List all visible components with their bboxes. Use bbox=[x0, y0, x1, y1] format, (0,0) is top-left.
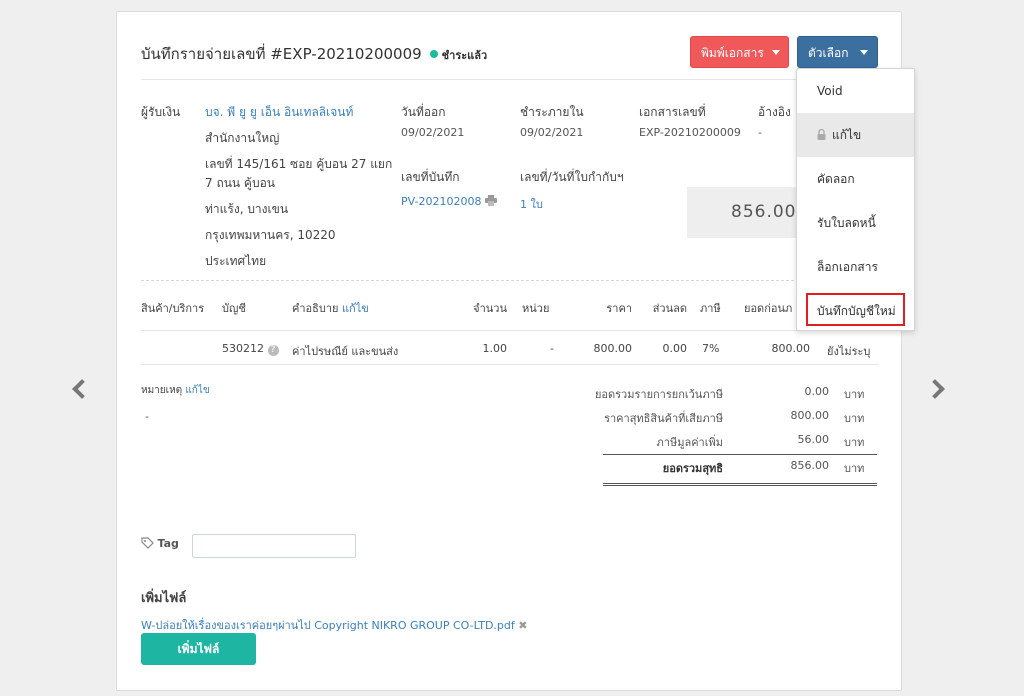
summary-net-label: ยอดรวมสุทธิ bbox=[662, 462, 723, 475]
highlight-box bbox=[806, 293, 905, 326]
summary-vat-currency: บาท bbox=[844, 436, 865, 449]
menu-item-lock-document[interactable]: ล็อกเอกสาร bbox=[797, 245, 914, 289]
total-amount-value: 856.00 bbox=[731, 202, 797, 222]
payee-label: ผู้รับเงิน bbox=[141, 105, 181, 119]
document-card: บันทึกรายจ่ายเลขที่ #EXP-20210200009 ชำระ… bbox=[116, 11, 902, 691]
header-divider bbox=[141, 79, 879, 80]
summary-vat-value: 56.00 bbox=[797, 433, 830, 446]
menu-item-credit-note[interactable]: รับใบลดหนี้ bbox=[797, 201, 914, 245]
notes-value: - bbox=[145, 410, 149, 423]
total-amount-box: 856.00 bbox=[687, 187, 807, 238]
status-badge: ชำระแล้ว bbox=[441, 49, 488, 62]
col-header-description-text: คำอธิบาย bbox=[292, 302, 339, 315]
remove-file-icon[interactable]: ✖ bbox=[518, 619, 527, 632]
options-button-label: ตัวเลือก bbox=[808, 46, 849, 60]
record-no-text: PV-202102008 bbox=[401, 195, 482, 208]
col-header-discount: ส่วนลด bbox=[652, 302, 687, 315]
tag-input[interactable] bbox=[192, 534, 356, 558]
attached-file: W-ปล่อยให้เรื่องของเราค่อยๆผ่านไป Copyri… bbox=[141, 616, 527, 634]
summary-taxable-value: 800.00 bbox=[790, 409, 830, 422]
col-header-account: บัญชี bbox=[222, 302, 246, 315]
issue-date-label: วันที่ออก bbox=[401, 105, 446, 119]
options-button[interactable]: ตัวเลือก bbox=[797, 36, 878, 68]
summary-taxable-currency: บาท bbox=[844, 412, 865, 425]
due-date-value: 09/02/2021 bbox=[520, 126, 584, 139]
tag-icon bbox=[141, 537, 154, 552]
payee-name-link[interactable]: บจ. พี ยู ยู เอ็น อินเทลลิเจนท์ bbox=[205, 103, 353, 122]
col-header-unit: หน่วย bbox=[522, 302, 550, 315]
row-price: 800.00 bbox=[593, 342, 633, 355]
issue-date-value: 09/02/2021 bbox=[401, 126, 465, 139]
payee-address-line1: เลขที่ 145/161 ซอย คู้บอน 27 แยก bbox=[205, 157, 393, 171]
row-vat: 7% bbox=[702, 342, 720, 355]
add-file-heading: เพิ่มไฟล์ bbox=[141, 591, 187, 606]
doc-no-value: EXP-20210200009 bbox=[639, 126, 741, 139]
summary-exempt-value: 0.00 bbox=[804, 385, 830, 398]
nav-next-arrow[interactable] bbox=[925, 379, 945, 399]
summary-net-value: 856.00 bbox=[790, 459, 830, 472]
menu-item-copy[interactable]: คัดลอก bbox=[797, 157, 914, 201]
due-date-label: ชำระภายใน bbox=[520, 105, 584, 119]
reference-label: อ้างอิง bbox=[758, 105, 791, 119]
tax-invoice-label: เลขที่/วันที่ใบกำกับฯ bbox=[520, 170, 624, 184]
row-account: 530212 ? bbox=[222, 342, 279, 356]
print-button-label: พิมพ์เอกสาร bbox=[701, 46, 764, 60]
row-status: ยังไม่ระบุ bbox=[827, 345, 871, 358]
col-header-product: สินค้า/บริการ bbox=[141, 302, 205, 315]
print-icon[interactable] bbox=[484, 195, 497, 209]
payee-branch: สำนักงานใหญ่ bbox=[205, 131, 280, 145]
page-title: บันทึกรายจ่ายเลขที่ #EXP-20210200009 ชำระ… bbox=[141, 42, 487, 66]
payee-address-line2: 7 ถนน คู้บอน bbox=[205, 176, 275, 190]
row-account-text: 530212 bbox=[222, 342, 264, 355]
summary-vat-label: ภาษีมูลค่าเพิ่ม bbox=[656, 436, 723, 449]
summary-double-rule bbox=[603, 483, 877, 486]
chevron-down-icon bbox=[772, 50, 780, 55]
col-header-vat: ภาษี bbox=[700, 302, 721, 315]
print-document-button[interactable]: พิมพ์เอกสาร bbox=[690, 36, 789, 68]
menu-item-void[interactable]: Void bbox=[797, 69, 914, 113]
summary-exempt-currency: บาท bbox=[844, 388, 865, 401]
options-dropdown-menu: Void แก้ไข คัดลอก รับใบลดหนี้ ล็อกเอกสาร… bbox=[796, 68, 915, 331]
tag-label-text: Tag bbox=[157, 537, 179, 550]
col-header-price: ราคา bbox=[606, 302, 632, 315]
record-no-link[interactable]: PV-202102008 bbox=[401, 195, 497, 209]
help-icon[interactable]: ? bbox=[267, 345, 279, 356]
nav-prev-arrow[interactable] bbox=[72, 379, 92, 399]
record-no-label: เลขที่บันทึก bbox=[401, 170, 460, 184]
summary-rule bbox=[603, 454, 877, 455]
tax-invoice-link[interactable]: 1 ใบ bbox=[520, 195, 543, 213]
row-description: ค่าไปรษณีย์ และขนส่ง bbox=[292, 345, 399, 358]
summary-exempt-label: ยอดรวมรายการยกเว้นภาษี bbox=[594, 388, 723, 401]
notes-label: หมายเหตุ แก้ไข bbox=[141, 383, 210, 398]
section-divider bbox=[141, 280, 879, 281]
col-header-description: คำอธิบาย แก้ไข bbox=[292, 299, 369, 317]
row-discount: 0.00 bbox=[662, 342, 688, 355]
status-dot bbox=[429, 50, 438, 58]
reference-value: - bbox=[758, 126, 762, 139]
summary-taxable-label: ราคาสุทธิสินค้าที่เสียภาษี bbox=[604, 412, 723, 425]
menu-item-edit-label: แก้ไข bbox=[832, 128, 862, 142]
description-edit-link[interactable]: แก้ไข bbox=[342, 302, 369, 315]
notes-label-text: หมายเหตุ bbox=[141, 385, 183, 396]
row-pre-tax: 800.00 bbox=[771, 342, 811, 355]
payee-address-line3: ท่าแร้ง, บางเขน bbox=[205, 202, 289, 216]
chevron-down-icon bbox=[860, 50, 868, 55]
table-bottom-divider bbox=[141, 364, 879, 365]
col-header-pre-tax: ยอดก่อนภ bbox=[744, 302, 793, 315]
col-header-qty: จำนวน bbox=[473, 302, 507, 315]
attached-file-link[interactable]: W-ปล่อยให้เรื่องของเราค่อยๆผ่านไป Copyri… bbox=[141, 619, 515, 632]
page-title-text: บันทึกรายจ่ายเลขที่ #EXP-20210200009 bbox=[141, 45, 422, 63]
row-unit: - bbox=[550, 342, 554, 355]
table-header-divider bbox=[141, 330, 879, 331]
payee-address-line4: กรุงเทพมหานคร, 10220 bbox=[205, 228, 336, 242]
lock-icon bbox=[817, 114, 826, 158]
row-qty: 1.00 bbox=[482, 342, 508, 355]
summary-net-currency: บาท bbox=[844, 462, 865, 475]
add-file-button[interactable]: เพิ่มไฟล์ bbox=[141, 633, 256, 665]
tag-label: Tag bbox=[141, 537, 179, 552]
notes-edit-link[interactable]: แก้ไข bbox=[185, 385, 209, 396]
payee-country: ประเทศไทย bbox=[205, 254, 267, 268]
menu-item-edit[interactable]: แก้ไข bbox=[797, 113, 914, 157]
doc-no-label: เอกสารเลขที่ bbox=[639, 105, 706, 119]
